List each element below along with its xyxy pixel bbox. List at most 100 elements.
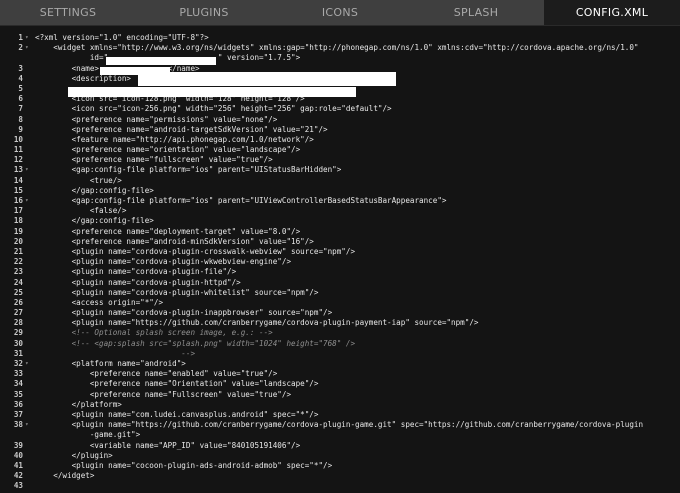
code-text: <plugin name="cordova-plugin-file"/>: [35, 267, 237, 277]
line-number: 32: [13, 359, 23, 368]
code-line[interactable]: 32 ▾ <platform name="android">: [0, 359, 680, 369]
code-line[interactable]: 25 <plugin name="cordova-plugin-whitelis…: [0, 288, 680, 298]
line-number: 30: [13, 338, 23, 348]
code-line[interactable]: 20 <preference name="android-minSdkVersi…: [0, 237, 680, 247]
fold-arrow-icon[interactable]: ▾: [25, 165, 31, 175]
code-line[interactable]: 23 <plugin name="cordova-plugin-file"/>: [0, 267, 680, 277]
code-text: </gap:config-file>: [35, 185, 154, 195]
redaction-description-2: [68, 87, 356, 97]
fold-arrow-icon[interactable]: ▾: [25, 33, 31, 43]
line-number: 28: [13, 318, 23, 328]
fold-arrow-icon[interactable]: ▾: [25, 359, 31, 369]
code-text: <preference name="fullscreen" value="tru…: [35, 155, 273, 165]
code-editor[interactable]: 1 ▾ <?xml version="1.0" encoding="UTF-8"?>…: [0, 28, 680, 493]
line-number: 41: [13, 460, 23, 470]
code-line[interactable]: 27 <plugin name="cordova-plugin-inappbro…: [0, 308, 680, 318]
code-line[interactable]: 34 <preference name="Orientation" value=…: [0, 379, 680, 389]
code-line[interactable]: -game.git">: [0, 430, 680, 440]
code-text: <access origin="*"/>: [35, 297, 164, 307]
code-line[interactable]: 29 <!-- Optional splash screen image, e.…: [0, 328, 680, 338]
code-line[interactable]: 1 ▾ <?xml version="1.0" encoding="UTF-8"?>: [0, 33, 680, 43]
code-line[interactable]: 31 -->: [0, 349, 680, 359]
code-line[interactable]: 43: [0, 481, 680, 491]
code-line[interactable]: 21 <plugin name="cordova-plugin-crosswal…: [0, 247, 680, 257]
code-line[interactable]: 22 <plugin name="cordova-plugin-wkwebvie…: [0, 257, 680, 267]
code-text: </platform>: [35, 399, 122, 409]
code-lines: 1 ▾ <?xml version="1.0" encoding="UTF-8"?>…: [0, 33, 680, 491]
line-number: 10: [13, 134, 23, 144]
line-number: 14: [13, 175, 23, 185]
code-line[interactable]: 41 <plugin name="cocoon-plugin-ads-andro…: [0, 461, 680, 471]
line-number: 42: [13, 471, 23, 481]
code-text: <feature name="http://api.phonegap.com/1…: [35, 134, 314, 144]
code-text: <platform name="android">: [35, 359, 186, 368]
code-line[interactable]: 37 <plugin name="com.ludei.canvasplus.an…: [0, 410, 680, 420]
code-text: <plugin name="cocoon-plugin-ads-android-…: [35, 460, 333, 470]
code-line[interactable]: 38 ▾ <plugin name="https://github.com/cra…: [0, 420, 680, 430]
code-line[interactable]: 42 </widget>: [0, 471, 680, 481]
code-line[interactable]: 36 </platform>: [0, 400, 680, 410]
line-number: 19: [13, 226, 23, 236]
fold-arrow-icon[interactable]: ▾: [25, 196, 31, 206]
code-text: <plugin name="cordova-plugin-inappbrowse…: [35, 308, 333, 318]
code-line[interactable]: 26 <access origin="*"/>: [0, 298, 680, 308]
code-line[interactable]: 16 ▾ <gap:config-file platform="ios" pare…: [0, 196, 680, 206]
code-line[interactable]: 33 <preference name="enabled" value="tru…: [0, 369, 680, 379]
tab-splash[interactable]: SPLASH: [408, 0, 544, 25]
code-line[interactable]: 30 <!-- <gap:splash src="splash.png" wid…: [0, 339, 680, 349]
code-line[interactable]: 12 <preference name="fullscreen" value="…: [0, 155, 680, 165]
code-line[interactable]: 19 <preference name="deployment-target" …: [0, 227, 680, 237]
code-text: <gap:config-file platform="ios" parent="…: [35, 165, 342, 175]
line-number: 3: [18, 63, 23, 73]
line-number: 8: [18, 114, 23, 124]
code-text: <preference name="deployment-target" val…: [35, 226, 301, 236]
code-line[interactable]: 9 <preference name="android-targetSdkVer…: [0, 125, 680, 135]
code-line[interactable]: 24 <plugin name="cordova-plugin-httpd"/>: [0, 278, 680, 288]
code-text: <gap:config-file platform="ios" parent="…: [35, 196, 447, 205]
line-number: 17: [13, 206, 23, 216]
code-line[interactable]: 15 </gap:config-file>: [0, 186, 680, 196]
code-line[interactable]: id=" " version="1.7.5">: [0, 53, 680, 63]
code-line[interactable]: 8 <preference name="permissions" value="…: [0, 115, 680, 125]
code-line[interactable]: 40 </plugin>: [0, 451, 680, 461]
line-number: 22: [13, 257, 23, 267]
line-number: 21: [13, 246, 23, 256]
code-text: <preference name="android-minSdkVersion"…: [35, 236, 314, 246]
code-text: -->: [35, 348, 196, 358]
redaction-id: [106, 57, 216, 65]
redaction-description: [138, 72, 396, 86]
code-line[interactable]: 11 <preference name="orientation" value=…: [0, 145, 680, 155]
code-text: <!-- Optional splash screen image, e.g.:…: [35, 328, 273, 338]
code-line[interactable]: 28 <plugin name="https://github.com/cran…: [0, 318, 680, 328]
code-line[interactable]: 2 ▾ <widget xmlns="http://www.w3.org/ns/w…: [0, 43, 680, 53]
code-line[interactable]: 18 </gap:config-file>: [0, 216, 680, 226]
tab-plugins[interactable]: PLUGINS: [136, 0, 272, 25]
fold-arrow-icon[interactable]: ▾: [25, 420, 31, 430]
code-text: <plugin name="https://github.com/cranber…: [35, 420, 644, 430]
line-number: 29: [13, 328, 23, 338]
code-text: -game.git">: [35, 430, 141, 440]
code-line[interactable]: 7 <icon src="icon-256.png" width="256" h…: [0, 104, 680, 114]
code-line[interactable]: 10 <feature name="http://api.phonegap.co…: [0, 135, 680, 145]
code-line[interactable]: 14 <true/>: [0, 176, 680, 186]
tab-bar: SETTINGS PLUGINS ICONS SPLASH CONFIG.XML: [0, 0, 680, 26]
tab-icons[interactable]: ICONS: [272, 0, 408, 25]
line-number: 6: [18, 94, 23, 104]
code-text: <icon src="icon-256.png" width="256" hei…: [35, 104, 392, 114]
code-text: <variable name="APP_ID" value="840105191…: [35, 440, 301, 450]
tab-settings[interactable]: SETTINGS: [0, 0, 136, 25]
code-line[interactable]: 13 ▾ <gap:config-file platform="ios" pare…: [0, 165, 680, 175]
tab-config-xml[interactable]: CONFIG.XML: [544, 0, 680, 25]
code-text: <plugin name="cordova-plugin-wkwebview-e…: [35, 257, 292, 267]
fold-arrow-icon[interactable]: ▾: [25, 43, 31, 53]
line-number: 20: [13, 236, 23, 246]
code-line[interactable]: 39 <variable name="APP_ID" value="840105…: [0, 441, 680, 451]
code-line[interactable]: 17 <false/>: [0, 206, 680, 216]
line-number: 15: [13, 185, 23, 195]
line-number: 5: [18, 83, 23, 93]
code-line[interactable]: 35 <preference name="Fullscreen" value="…: [0, 390, 680, 400]
line-number: 25: [13, 287, 23, 297]
code-text: <false/>: [35, 206, 127, 216]
line-number: 38: [13, 420, 23, 430]
line-number: 24: [13, 277, 23, 287]
